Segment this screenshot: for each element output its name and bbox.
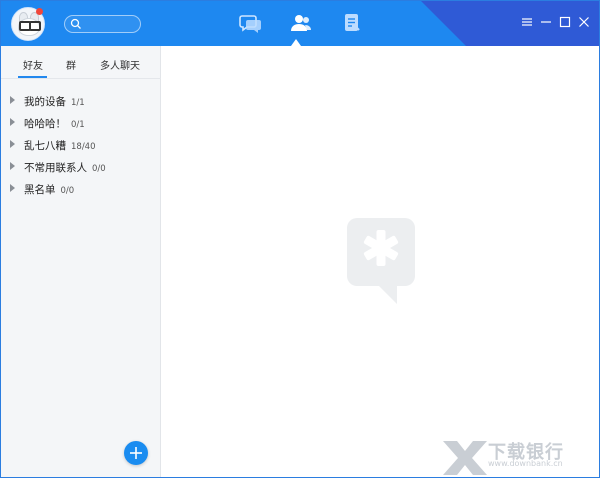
group-name: 我的设备: [24, 96, 66, 108]
group-name: 黑名单: [24, 184, 56, 196]
documents-icon[interactable]: [340, 12, 364, 34]
messages-icon[interactable]: [239, 12, 263, 34]
group-count: 18/40: [71, 142, 96, 152]
contact-tabs: 好友 群 多人聊天: [1, 46, 161, 79]
group-name: 乱七八糟: [24, 140, 66, 152]
group-count: 0/0: [92, 164, 106, 174]
close-icon[interactable]: [577, 15, 591, 29]
group-count: 0/1: [71, 120, 85, 130]
maximize-icon[interactable]: [558, 15, 572, 29]
tim-logo-icon: [347, 218, 415, 304]
notification-badge: [36, 8, 43, 15]
plus-icon: [130, 447, 142, 459]
group-name: 不常用联系人: [24, 162, 87, 174]
tab-friends[interactable]: 好友: [23, 57, 43, 72]
contact-group-misc[interactable]: 乱七八糟 18/40: [1, 135, 161, 155]
chevron-right-icon: [10, 96, 15, 104]
add-contact-button[interactable]: [124, 441, 148, 465]
active-nav-indicator: [291, 39, 301, 46]
group-count: 1/1: [71, 98, 85, 108]
minimize-icon[interactable]: [539, 15, 553, 29]
watermark-url: www.downbank.cn: [488, 459, 563, 468]
title-bar: [1, 1, 599, 46]
menu-icon[interactable]: [520, 15, 534, 29]
tab-groups[interactable]: 群: [66, 57, 76, 72]
app-window: 好友 群 多人聊天 我的设备 1/1 哈哈哈！ 0/1 乱七八糟 18/40 不常用联…: [0, 0, 600, 478]
contact-group-hahaha[interactable]: 哈哈哈！ 0/1: [1, 113, 161, 133]
search-icon: [70, 18, 81, 29]
contact-group-my-devices[interactable]: 我的设备 1/1: [1, 91, 161, 111]
search-box[interactable]: [64, 15, 141, 33]
search-input[interactable]: [85, 17, 137, 31]
chevron-right-icon: [10, 118, 15, 126]
main-panel: [161, 46, 599, 477]
chevron-right-icon: [10, 162, 15, 170]
contact-group-blacklist[interactable]: 黑名单 0/0: [1, 179, 161, 199]
group-count: 0/0: [60, 186, 75, 196]
title-bar-accent: [421, 1, 599, 46]
divider: [1, 78, 161, 79]
tab-multi-chat[interactable]: 多人聊天: [100, 57, 140, 72]
chevron-right-icon: [10, 184, 15, 192]
contact-group-infrequent[interactable]: 不常用联系人 0/0: [1, 157, 161, 177]
contacts-icon[interactable]: [289, 12, 313, 34]
group-name: 哈哈哈！: [24, 118, 66, 130]
chevron-right-icon: [10, 140, 15, 148]
